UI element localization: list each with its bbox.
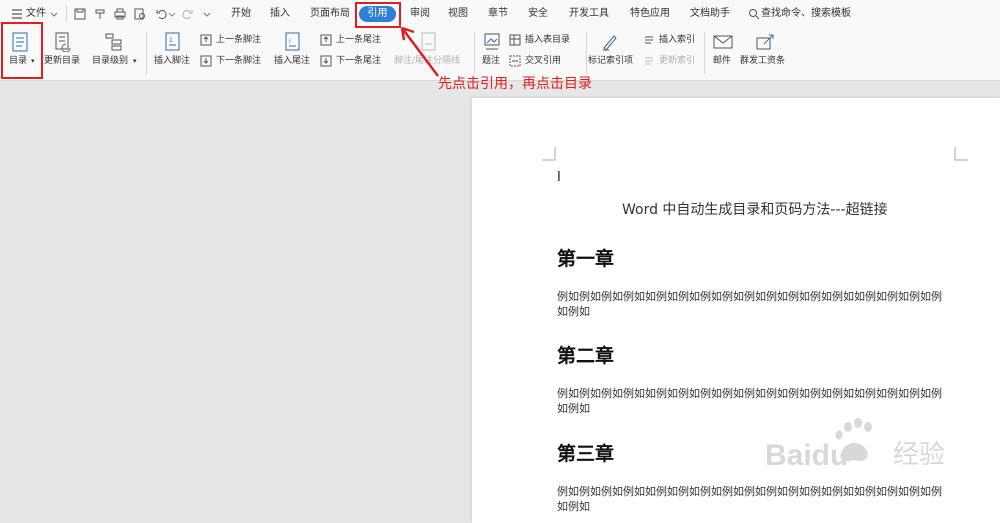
mass-send-button[interactable]: 群发工资条 <box>740 56 785 67</box>
customize-toolbar-icon[interactable] <box>200 7 214 21</box>
insert-table-toc-icon[interactable] <box>509 34 521 46</box>
margin-corner-mark <box>954 147 968 161</box>
insert-index-icon[interactable] <box>643 34 655 46</box>
chapter-body[interactable]: 例如例如例如例如如例如例如例如例如例如例如例如例如例如如例如例如例如例如例如 <box>557 484 949 514</box>
divider <box>704 32 705 74</box>
mail-button[interactable]: 邮件 <box>713 56 731 67</box>
margin-corner-mark <box>542 147 556 161</box>
annotation-text: 先点击引用，再点击目录 <box>438 76 592 92</box>
update-index-button[interactable]: 更新索引 <box>659 56 695 67</box>
baidu-watermark-logo: Baidu 经验 <box>765 418 945 472</box>
svg-text:1: 1 <box>169 37 173 44</box>
divider <box>146 32 147 74</box>
caption-icon[interactable] <box>483 32 501 52</box>
chevron-down-icon[interactable]: ▾ <box>133 56 137 67</box>
chapter-body[interactable]: 例如例如例如例如如例如例如例如例如例如例如例如例如例如如例如例如例如例如例如 <box>557 289 949 319</box>
tab-special-features[interactable]: 特色应用 <box>630 8 670 20</box>
highlight-box-references <box>355 2 401 28</box>
toc-level-icon[interactable] <box>104 32 124 52</box>
insert-index-button[interactable]: 插入索引 <box>659 35 695 46</box>
hamburger-icon[interactable] <box>10 7 24 21</box>
svg-text:i: i <box>289 38 291 45</box>
mass-send-icon[interactable] <box>755 32 775 52</box>
update-index-icon[interactable] <box>643 55 655 67</box>
chapter-heading[interactable]: 第二章 <box>557 341 614 368</box>
chevron-down-icon[interactable] <box>49 7 59 21</box>
insert-table-toc-button[interactable]: 插入表目录 <box>525 35 570 46</box>
file-menu[interactable]: 文件 <box>26 8 46 20</box>
insert-endnote-icon[interactable]: i <box>284 32 302 52</box>
print-icon[interactable] <box>113 7 127 21</box>
cross-ref-icon[interactable] <box>509 55 521 67</box>
divider <box>586 32 587 74</box>
prev-footnote-icon[interactable] <box>200 34 212 46</box>
tab-developer-tools[interactable]: 开发工具 <box>569 8 609 20</box>
mark-index-icon[interactable] <box>600 32 620 52</box>
tab-start[interactable]: 开始 <box>231 8 251 20</box>
update-toc-button[interactable]: 更新目录 <box>44 56 80 67</box>
next-endnote-icon[interactable] <box>320 55 332 67</box>
tab-view[interactable]: 视图 <box>448 8 468 20</box>
next-endnote-button[interactable]: 下一条尾注 <box>336 56 381 67</box>
mail-icon[interactable] <box>713 34 733 50</box>
mark-index-button[interactable]: 标记索引项 <box>588 56 633 67</box>
search-icon[interactable] <box>748 7 760 21</box>
format-painter-icon[interactable] <box>93 7 107 21</box>
tab-chapter[interactable]: 章节 <box>488 8 508 20</box>
highlight-box-toc <box>1 22 43 79</box>
chapter-body[interactable]: 例如例如例如例如如例如例如例如例如例如例如例如例如例如如例如例如例如例如例如 <box>557 386 949 416</box>
update-toc-icon[interactable] <box>54 32 74 52</box>
toc-level-button[interactable]: 目录级别 <box>92 56 128 67</box>
chevron-down-icon[interactable] <box>168 7 176 21</box>
tab-security[interactable]: 安全 <box>528 8 548 20</box>
undo-icon[interactable] <box>155 7 169 21</box>
divider <box>66 6 67 22</box>
text-cursor: I <box>557 170 561 185</box>
tab-page-layout[interactable]: 页面布局 <box>310 8 350 20</box>
insert-footnote-button[interactable]: 插入脚注 <box>154 56 190 67</box>
save-icon[interactable] <box>73 7 87 21</box>
print-preview-icon[interactable] <box>133 7 147 21</box>
insert-footnote-icon[interactable]: 1 <box>164 32 182 52</box>
caption-button[interactable]: 题注 <box>482 56 500 67</box>
tab-doc-assistant[interactable]: 文档助手 <box>690 8 730 20</box>
insert-endnote-button[interactable]: 插入尾注 <box>274 56 310 67</box>
command-search[interactable]: 查找命令、搜索模板 <box>761 8 851 20</box>
next-footnote-icon[interactable] <box>200 55 212 67</box>
redo-icon[interactable] <box>180 7 194 21</box>
cross-ref-button[interactable]: 交叉引用 <box>525 56 561 67</box>
tab-review[interactable]: 审阅 <box>410 8 430 20</box>
menu-bar: 文件 开始 插入 页面布局 引用 审阅 视图 章节 安全 开发工具 特色应用 文… <box>0 0 1000 28</box>
svg-text:经验: 经验 <box>893 440 945 470</box>
divider <box>474 32 475 74</box>
tab-insert[interactable]: 插入 <box>270 8 290 20</box>
prev-endnote-icon[interactable] <box>320 34 332 46</box>
next-footnote-button[interactable]: 下一条脚注 <box>216 56 261 67</box>
annotation-arrow <box>400 26 439 77</box>
prev-endnote-button[interactable]: 上一条尾注 <box>336 35 381 46</box>
document-title[interactable]: Word 中自动生成目录和页码方法---超链接 <box>622 199 888 219</box>
prev-footnote-button[interactable]: 上一条脚注 <box>216 35 261 46</box>
chapter-heading[interactable]: 第三章 <box>557 439 614 466</box>
svg-text:Baidu: Baidu <box>765 439 848 472</box>
chapter-heading[interactable]: 第一章 <box>557 244 614 271</box>
